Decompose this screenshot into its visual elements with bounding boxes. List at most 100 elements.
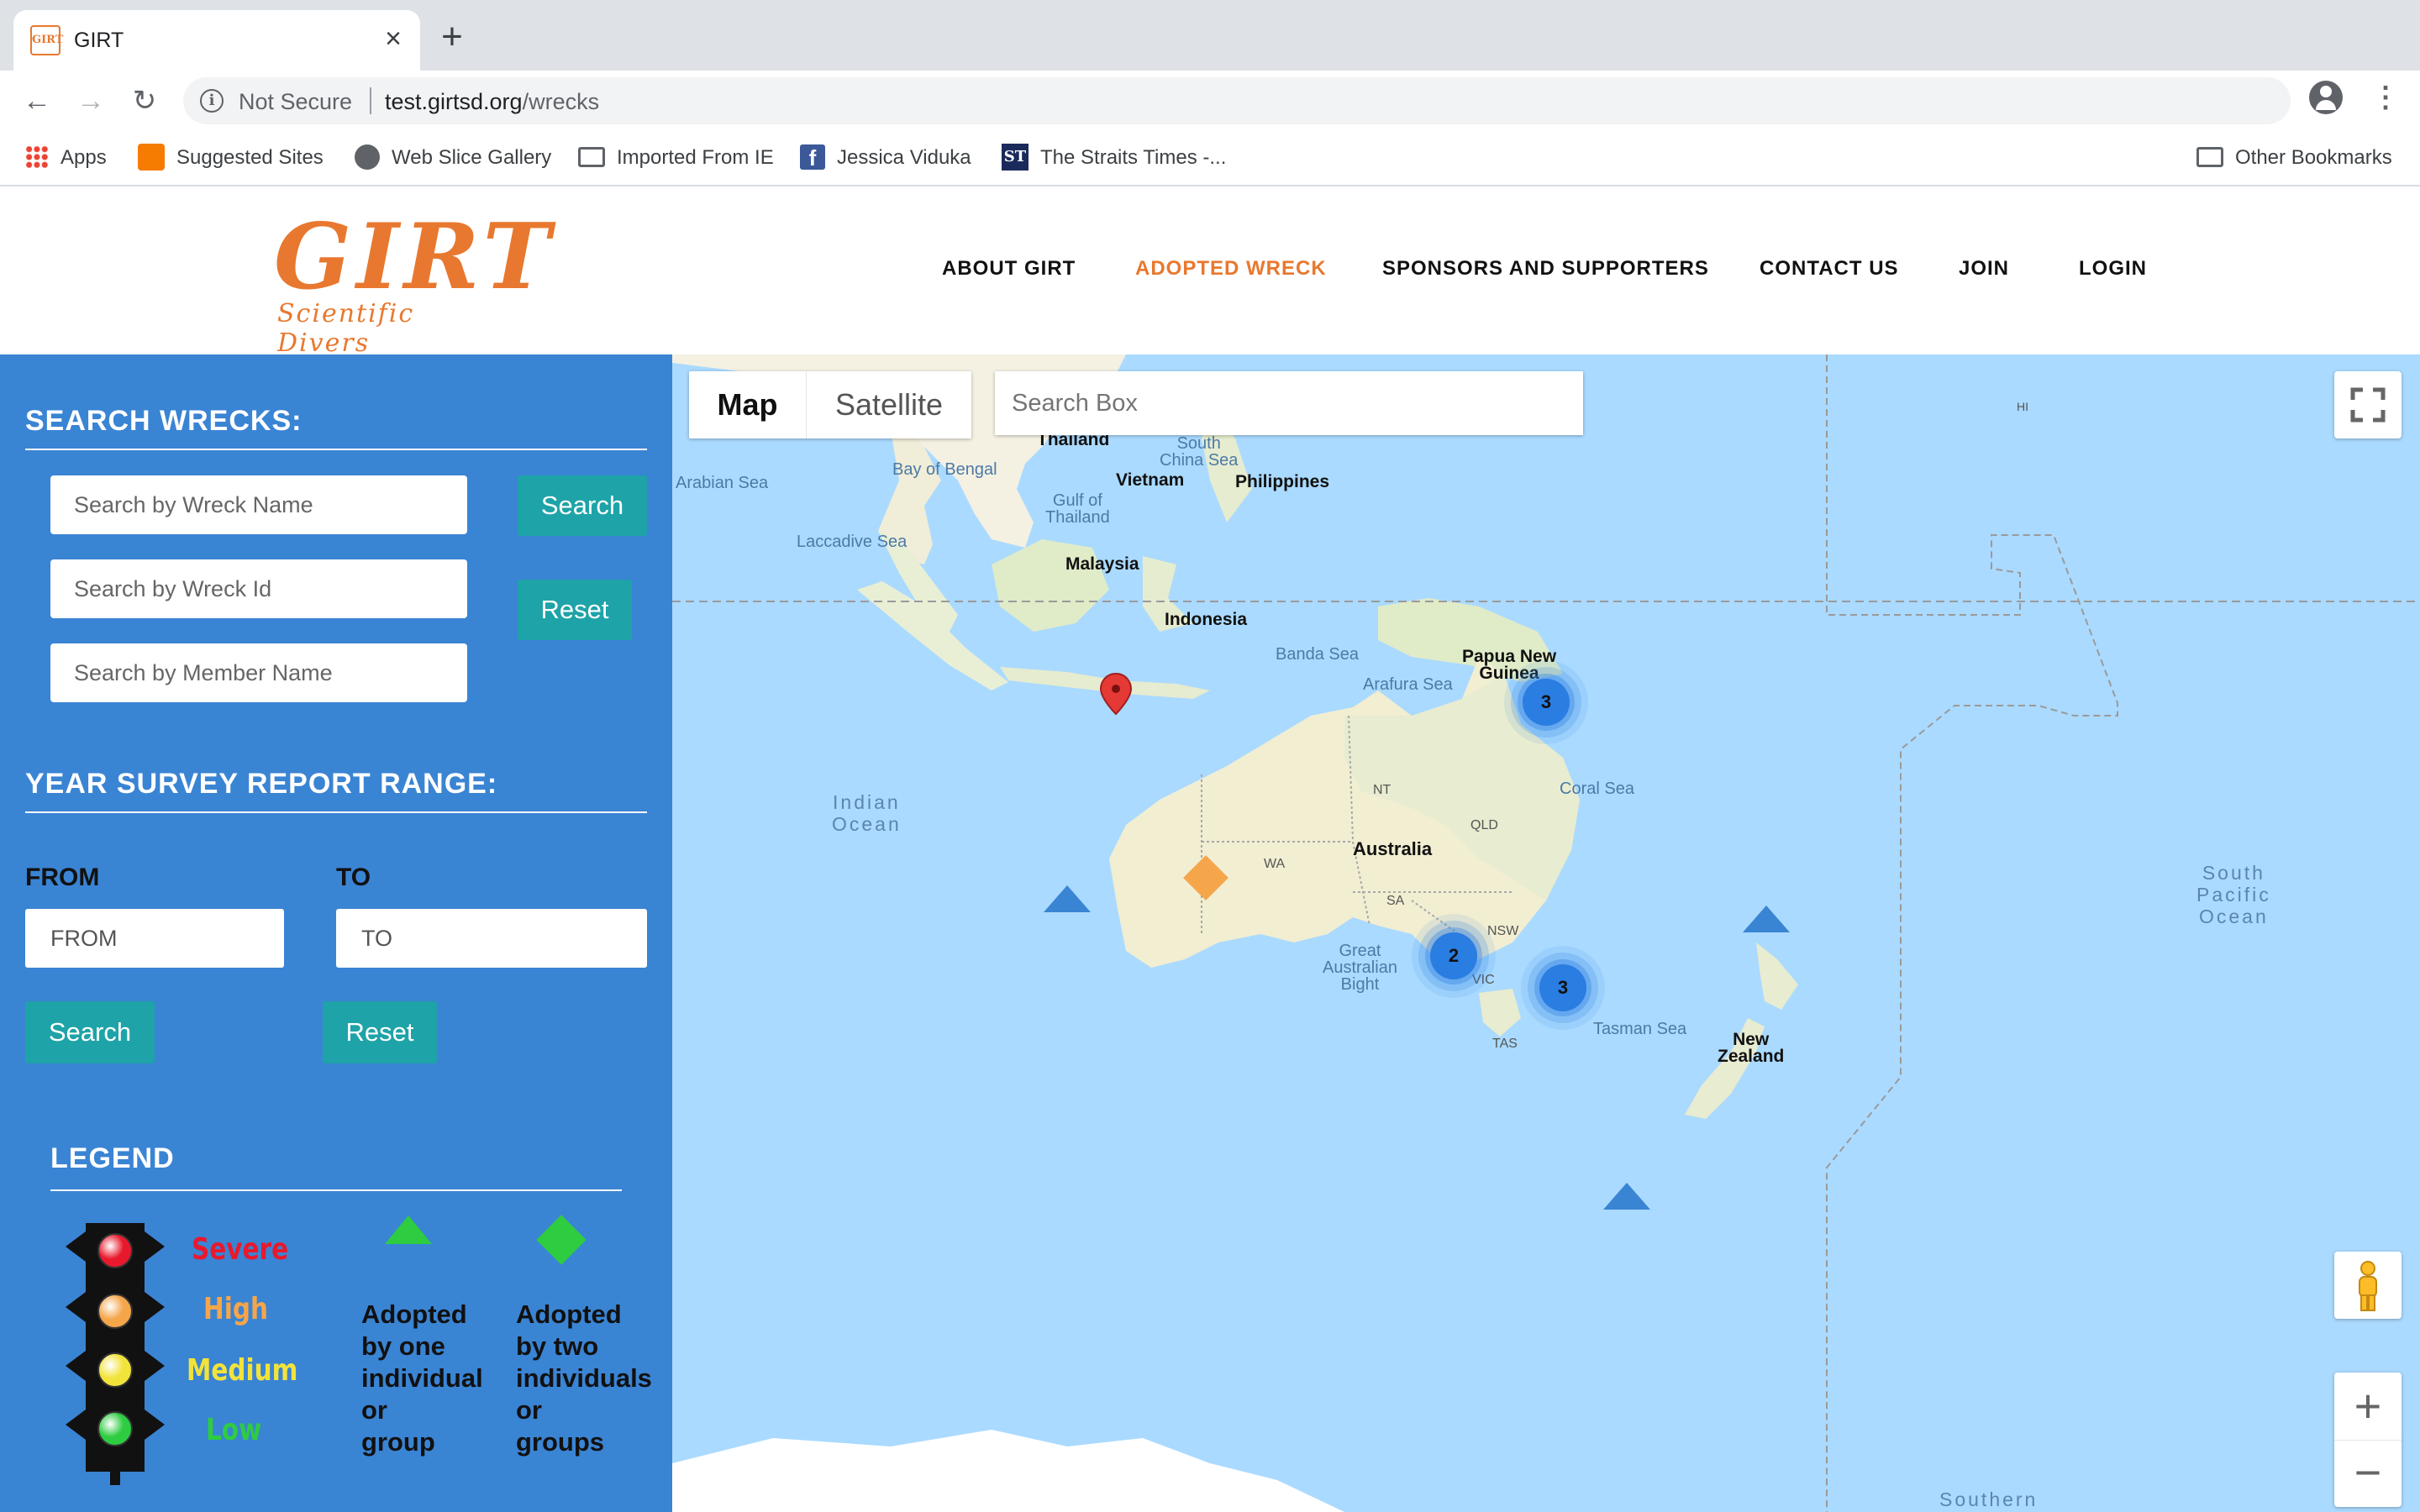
member-name-input[interactable]	[50, 643, 467, 702]
address-bar[interactable]: i Not Secure test.girtsd.org/wrecks ☆	[183, 77, 2291, 124]
pegman-icon	[2359, 1261, 2377, 1311]
label-vietnam: Vietnam	[1116, 470, 1185, 490]
wreck-triangle-marker[interactable]	[1743, 906, 1790, 932]
reload-icon[interactable]: ↻	[126, 82, 163, 119]
not-secure-label: Not Secure	[239, 89, 353, 114]
from-year-input[interactable]	[25, 909, 284, 968]
reset-button[interactable]: Reset	[518, 580, 632, 640]
browser-menu-icon[interactable]: ⋮	[2371, 82, 2400, 116]
bookmark-suggested-sites[interactable]: Suggested Sites	[138, 143, 324, 173]
nav-about-girt[interactable]: ABOUT GIRT	[942, 257, 1076, 281]
girt-logo[interactable]: GIRT Scientific Divers	[271, 210, 550, 358]
bookmarks-bar: Apps Suggested Sites Web Slice Gallery I…	[0, 131, 2420, 186]
adopted-line: or	[516, 1395, 542, 1425]
label-nsw: NSW	[1487, 924, 1519, 938]
wreck-triangle-marker[interactable]	[1044, 885, 1091, 912]
traffic-light-ear	[145, 1231, 165, 1262]
zoom-in-button[interactable]: +	[2334, 1373, 2402, 1440]
suggested-sites-icon	[138, 143, 165, 171]
browser-tab[interactable]: GIRT GIRT ×	[13, 10, 420, 71]
date-line-boundary	[1826, 354, 2118, 1512]
label-indonesia: Indonesia	[1165, 610, 1248, 629]
url-text[interactable]: test.girtsd.org/wrecks	[385, 89, 599, 115]
range-search-button[interactable]: Search	[25, 1001, 155, 1063]
bookmark-label: Jessica Viduka	[837, 146, 971, 169]
label-south-china-sea: South China Sea	[1160, 434, 1239, 470]
label-coral-sea: Coral Sea	[1560, 780, 1634, 798]
traffic-light-ear	[145, 1292, 165, 1322]
bookmark-label: Apps	[60, 146, 107, 169]
label-south-pacific-ocean: South Pacific Ocean	[2196, 862, 2271, 927]
nav-adopted-wreck[interactable]: ADOPTED WRECK	[1135, 257, 1327, 281]
label-banda-sea: Banda Sea	[1276, 645, 1359, 664]
map-type-control: Map Satellite	[689, 371, 971, 438]
high-lamp	[97, 1294, 133, 1329]
bookmark-imported-from-ie[interactable]: Imported From IE	[578, 143, 774, 173]
traffic-light-ear	[66, 1351, 86, 1381]
bookmark-label: The Straits Times -...	[1040, 146, 1227, 169]
wreck-triangle-marker[interactable]	[1603, 1183, 1650, 1210]
search-wrecks-title: SEARCH WRECKS:	[25, 405, 302, 437]
site-header: GIRT Scientific Divers ABOUT GIRT ADOPTE…	[0, 186, 2420, 358]
new-tab-icon[interactable]: +	[435, 18, 469, 55]
browser-toolbar: ← → ↻ i Not Secure test.girtsd.org/wreck…	[0, 71, 2420, 131]
fullscreen-button[interactable]	[2334, 371, 2402, 438]
traffic-light-icon	[66, 1223, 165, 1485]
address-separator	[370, 87, 371, 114]
bookmark-jessica-viduka[interactable]: f Jessica Viduka	[800, 143, 971, 173]
adopted-line: individuals	[516, 1363, 652, 1393]
to-label: TO	[336, 864, 371, 891]
bookmark-label: Suggested Sites	[176, 146, 324, 169]
bookmark-apps[interactable]: Apps	[25, 143, 107, 173]
label-philippines: Philippines	[1235, 472, 1330, 491]
bookmark-label: Imported From IE	[617, 146, 774, 169]
label-papua-new-guinea: Papua New Guinea	[1462, 647, 1557, 683]
bookmark-web-slice-gallery[interactable]: Web Slice Gallery	[355, 143, 551, 173]
from-label: FROM	[25, 864, 100, 891]
nav-contact-us[interactable]: CONTACT US	[1760, 257, 1899, 281]
adopted-line: individual	[361, 1363, 483, 1393]
adopted-one-description: Adopted by one individual or group	[361, 1299, 483, 1458]
search-button[interactable]: Search	[518, 475, 647, 536]
map-type-satellite-button[interactable]: Satellite	[807, 371, 971, 438]
info-icon[interactable]: i	[200, 89, 224, 113]
range-reset-button[interactable]: Reset	[323, 1001, 437, 1063]
wreck-map[interactable]: Thailand Vietnam South China Sea Philipp…	[672, 354, 2420, 1512]
nav-login[interactable]: LOGIN	[2079, 257, 2147, 281]
girt-favicon-icon: GIRT	[30, 25, 63, 55]
nav-join[interactable]: JOIN	[1959, 257, 2009, 281]
tasmania-island	[1479, 989, 1521, 1037]
profile-avatar-icon[interactable]	[2309, 81, 2343, 114]
year-range-title: YEAR SURVEY REPORT RANGE:	[25, 768, 498, 800]
forward-arrow-icon[interactable]: →	[72, 82, 109, 119]
nav-sponsors-and-supporters[interactable]: SPONSORS AND SUPPORTERS	[1382, 257, 1709, 281]
traffic-light-ear	[145, 1410, 165, 1440]
wreck-pin-icon[interactable]	[1099, 672, 1133, 716]
severity-high-label: High	[203, 1292, 268, 1326]
zoom-out-button[interactable]: −	[2334, 1440, 2402, 1507]
back-arrow-icon[interactable]: ←	[18, 82, 55, 119]
wreck-name-input[interactable]	[50, 475, 467, 534]
label-indian-ocean: Indian Ocean	[832, 791, 902, 835]
label-wa: WA	[1264, 857, 1286, 871]
street-view-pegman-button[interactable]	[2334, 1252, 2402, 1319]
severe-lamp	[97, 1233, 133, 1268]
section-divider	[25, 811, 647, 813]
label-bay-of-bengal: Bay of Bengal	[892, 460, 997, 479]
map-type-map-button[interactable]: Map	[689, 371, 807, 438]
antarctica-landmass	[672, 1430, 1344, 1512]
severity-low-label: Low	[206, 1413, 262, 1447]
wreck-cluster-nsw[interactable]: 3	[1539, 964, 1586, 1011]
wreck-cluster-png[interactable]: 3	[1523, 679, 1570, 726]
bookmark-straits-times[interactable]: ST The Straits Times -...	[1002, 143, 1226, 173]
legend-title: LEGEND	[50, 1142, 175, 1174]
wreck-cluster-sa[interactable]: 2	[1430, 932, 1477, 979]
adopted-line: Adopted	[361, 1299, 467, 1329]
adopted-line: by one	[361, 1331, 445, 1361]
wreck-id-input[interactable]	[50, 559, 467, 618]
to-year-input[interactable]	[336, 909, 647, 968]
close-tab-icon[interactable]: ×	[376, 22, 410, 55]
label-hawaii: HI	[2017, 400, 2028, 413]
map-search-input[interactable]	[995, 371, 1583, 435]
bookmark-other-bookmarks[interactable]: Other Bookmarks	[2196, 143, 2392, 173]
